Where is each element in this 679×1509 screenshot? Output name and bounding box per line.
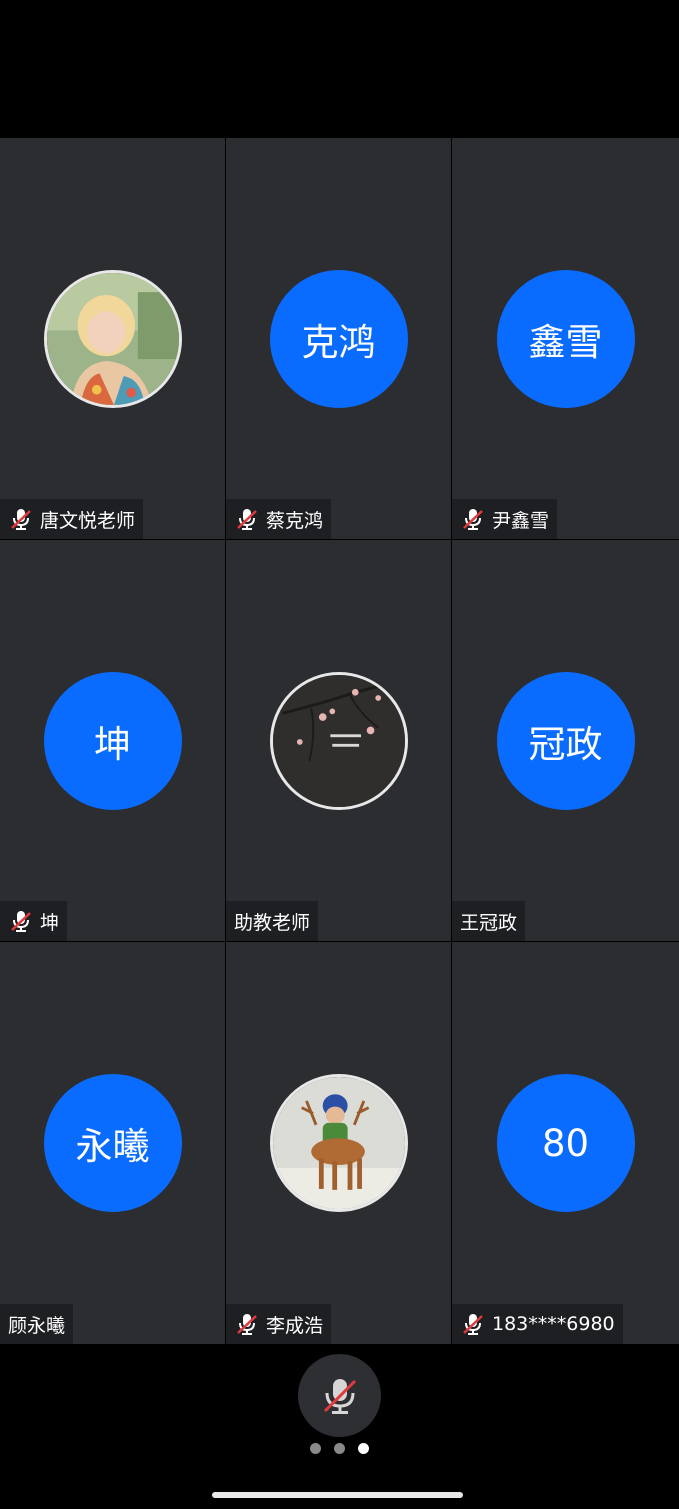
participant-avatar-initials: 鑫雪 <box>496 269 635 408</box>
participant-avatar-initials: 坤 <box>43 671 182 810</box>
bottom-control-bar <box>0 1344 679 1509</box>
page-dot-active[interactable] <box>358 1443 369 1454</box>
home-indicator[interactable] <box>212 1492 463 1498</box>
participant-tile[interactable]: 永曦 顾永曦 <box>0 942 225 1344</box>
page-indicator <box>0 1443 679 1457</box>
participant-tile[interactable]: 唐文悦老师 <box>0 138 225 539</box>
participant-avatar-initials: 克鸿 <box>269 269 408 408</box>
participant-avatar-photo <box>43 269 182 408</box>
mic-toggle-button[interactable] <box>298 1354 381 1437</box>
plum-blossom-artwork-icon <box>272 674 405 807</box>
participant-name-tag: 坤 <box>0 901 68 941</box>
participant-tile[interactable]: 鑫雪 尹鑫雪 <box>452 138 679 539</box>
participant-name: 助教老师 <box>234 911 311 934</box>
mic-muted-icon <box>463 1314 483 1335</box>
participant-avatar-initials: 永曦 <box>43 1074 182 1212</box>
participant-name: 蔡克鸿 <box>266 509 324 532</box>
participant-name: 顾永曦 <box>8 1314 66 1337</box>
mic-muted-icon <box>323 1378 356 1414</box>
participant-tile[interactable]: 克鸿 蔡克鸿 <box>226 138 451 539</box>
child-on-deer-photo-icon <box>272 1077 405 1209</box>
page-dot[interactable] <box>310 1443 321 1454</box>
participant-name-tag: 王冠政 <box>452 901 526 941</box>
top-bar <box>0 0 679 138</box>
portrait-photo-icon <box>46 272 179 405</box>
participant-name: 183****6980 <box>492 1313 615 1335</box>
participant-name-tag: 唐文悦老师 <box>0 499 144 539</box>
participant-name-tag: 尹鑫雪 <box>452 499 558 539</box>
video-grid: 唐文悦老师 克鸿 蔡克鸿 鑫雪 尹鑫雪 坤 坤 助教老师 冠政 王冠政 永曦 顾… <box>0 138 679 1344</box>
participant-tile[interactable]: 李成浩 <box>226 942 451 1344</box>
mic-muted-icon <box>11 911 31 932</box>
mic-muted-icon <box>463 509 483 530</box>
participant-tile[interactable]: 坤 坤 <box>0 540 225 941</box>
participant-name-tag: 蔡克鸿 <box>226 499 332 539</box>
participant-name-tag: 183****6980 <box>452 1304 623 1344</box>
participant-avatar-photo <box>269 1074 408 1212</box>
participant-tile[interactable]: 冠政 王冠政 <box>452 540 679 941</box>
participant-name-tag: 李成浩 <box>226 1304 332 1344</box>
participant-name: 坤 <box>40 911 60 934</box>
participant-avatar-photo <box>269 671 408 810</box>
mic-muted-icon <box>237 1314 257 1335</box>
participant-tile[interactable]: 80 183****6980 <box>452 942 679 1344</box>
mic-muted-icon <box>11 509 31 530</box>
participant-avatar-initials: 80 <box>496 1074 635 1212</box>
participant-name: 王冠政 <box>460 911 518 934</box>
participant-name: 唐文悦老师 <box>40 509 136 532</box>
participant-tile[interactable]: 助教老师 <box>226 540 451 941</box>
participant-name-tag: 顾永曦 <box>0 1304 74 1344</box>
participant-avatar-initials: 冠政 <box>496 671 635 810</box>
participant-name: 李成浩 <box>266 1314 324 1337</box>
participant-name: 尹鑫雪 <box>492 509 550 532</box>
page-dot[interactable] <box>334 1443 345 1454</box>
participant-name-tag: 助教老师 <box>226 901 319 941</box>
mic-muted-icon <box>237 509 257 530</box>
